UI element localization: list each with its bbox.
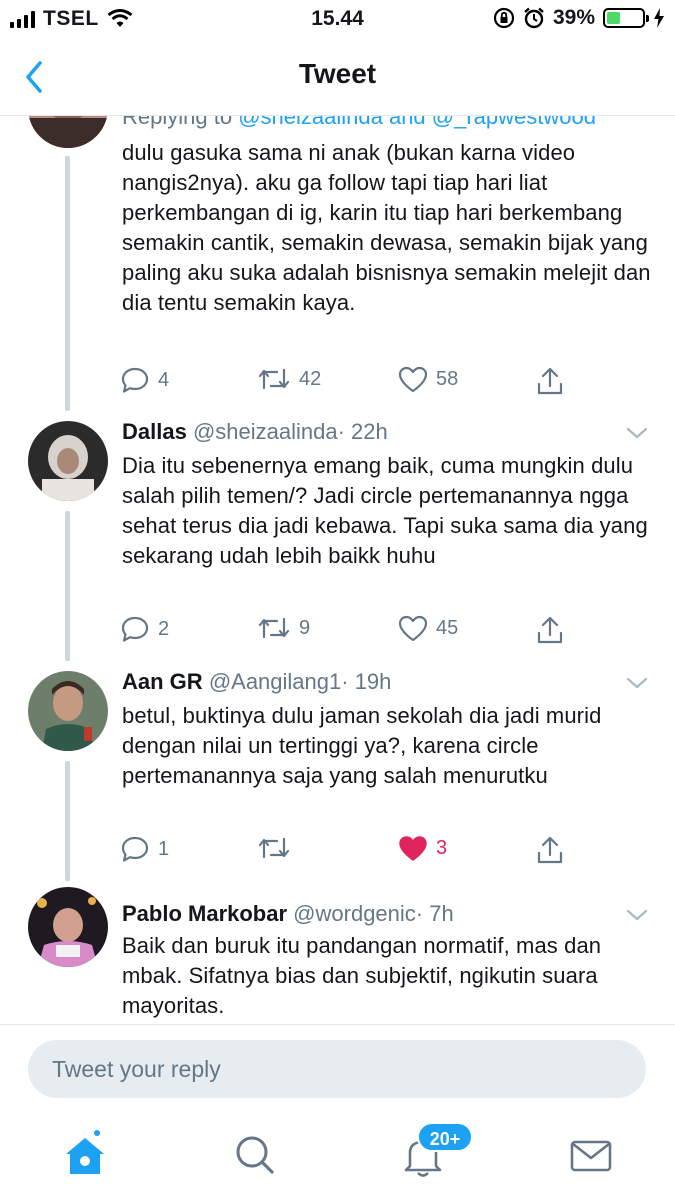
display-name[interactable]: Dallas — [122, 419, 187, 444]
tweet-text: betul, buktinya dulu jaman sekolah dia j… — [122, 703, 602, 788]
reply-icon — [121, 836, 149, 862]
status-bar: TSEL 15.44 39% — [0, 0, 675, 38]
like-count: 3 — [436, 837, 448, 859]
tweet-time: · 22h — [337, 419, 388, 444]
tab-home[interactable] — [62, 1128, 114, 1182]
tab-messages[interactable] — [568, 1132, 620, 1182]
tweet-actions: 2 9 45 — [120, 615, 580, 645]
chevron-down-icon[interactable] — [625, 675, 649, 691]
mail-icon — [570, 1140, 612, 1172]
reply-bar — [0, 1024, 675, 1112]
like-count: 45 — [436, 617, 459, 639]
share-icon — [537, 616, 563, 644]
heart-filled-icon — [399, 836, 427, 861]
share-icon — [537, 367, 563, 395]
home-unread-dot — [92, 1128, 102, 1138]
battery-percent: 39% — [552, 6, 595, 29]
retweet-icon — [258, 617, 290, 639]
avatar[interactable] — [28, 671, 108, 751]
tweet-list[interactable]: Replying to @sheizaalinda and @_rapwestw… — [0, 116, 675, 1024]
reply-icon — [121, 367, 149, 393]
chevron-down-icon[interactable] — [625, 907, 649, 923]
battery-icon — [603, 8, 649, 28]
search-icon — [236, 1136, 274, 1174]
share-button[interactable] — [535, 366, 565, 396]
reply-button[interactable]: 4 — [120, 366, 169, 394]
user-handle[interactable]: @sheizaalinda — [193, 419, 338, 444]
share-button[interactable] — [535, 615, 565, 645]
retweet-count: 9 — [299, 616, 311, 639]
tweet-header: Aan GR @Aangilang1· 19h — [122, 669, 391, 695]
reply-count: 4 — [158, 368, 170, 391]
display-name[interactable]: Aan GR — [122, 669, 203, 694]
home-icon — [66, 1138, 104, 1174]
tab-bar: 20+ — [0, 1112, 675, 1200]
like-count: 58 — [436, 368, 459, 390]
replying-to: Replying to @sheizaalinda and @_rapwestw… — [122, 116, 596, 130]
reply-count: 1 — [158, 837, 170, 860]
tweet-item[interactable]: Aan GR @Aangilang1· 19h betul, buktinya … — [0, 669, 675, 891]
tweet-actions: 1 3 — [120, 835, 580, 865]
tweet-time: · 7h — [415, 901, 454, 926]
reply-count: 2 — [158, 617, 170, 640]
retweet-icon — [258, 368, 290, 390]
reply-icon — [121, 616, 149, 642]
tweet-item[interactable]: Pablo Markobar @wordgenic· 7h Baik dan b… — [0, 887, 675, 1024]
heart-icon — [398, 615, 428, 642]
thread-line — [65, 156, 70, 411]
retweet-button[interactable]: 9 — [257, 615, 310, 641]
like-button[interactable]: 45 — [398, 615, 458, 642]
chevron-down-icon[interactable] — [625, 425, 649, 441]
share-button[interactable] — [535, 835, 565, 865]
notifications-badge: 20+ — [417, 1122, 473, 1152]
nav-header: Tweet — [0, 38, 675, 116]
reply-input[interactable] — [28, 1040, 646, 1098]
thread-line — [65, 511, 70, 661]
tweet-time: · 19h — [341, 669, 392, 694]
replying-to-handles[interactable]: @sheizaalinda and @_rapwestwood — [238, 116, 596, 129]
tweet-item[interactable]: Dallas @sheizaalinda· 22h Dia itu sebene… — [0, 419, 675, 671]
user-handle[interactable]: @wordgenic — [293, 901, 416, 926]
like-button[interactable]: 58 — [398, 366, 458, 393]
retweet-button[interactable]: 42 — [257, 366, 321, 392]
retweet-count: 42 — [299, 367, 322, 390]
reply-button[interactable]: 1 — [120, 835, 169, 863]
tab-search[interactable] — [232, 1132, 284, 1182]
charging-icon — [654, 8, 664, 28]
heart-icon — [398, 366, 428, 393]
avatar[interactable] — [28, 116, 108, 148]
rotation-lock-icon — [493, 7, 515, 29]
avatar[interactable] — [28, 421, 108, 501]
avatar[interactable] — [28, 887, 108, 967]
display-name[interactable]: Pablo Markobar — [122, 901, 287, 926]
replying-to-label: Replying to — [122, 116, 233, 129]
reply-button[interactable]: 2 — [120, 615, 169, 643]
tweet-text: Dia itu sebenernya emang baik, cuma mung… — [122, 453, 648, 568]
tweet-text: Baik dan buruk itu pandangan normatif, m… — [122, 933, 602, 1018]
retweet-icon — [258, 837, 290, 859]
system-indicators: 39% — [493, 6, 665, 30]
tweet-header: Dallas @sheizaalinda· 22h — [122, 419, 388, 445]
thread-line — [65, 761, 70, 881]
tweet-item[interactable]: Replying to @sheizaalinda and @_rapwestw… — [0, 116, 675, 421]
page-title: Tweet — [298, 58, 377, 89]
user-handle[interactable]: @Aangilang1 — [209, 669, 341, 694]
share-icon — [537, 836, 563, 864]
like-button[interactable]: 3 — [398, 835, 447, 862]
tweet-text: dulu gasuka sama ni anak (bukan karna vi… — [122, 140, 651, 315]
retweet-button[interactable] — [257, 835, 299, 861]
alarm-icon — [524, 7, 544, 29]
battery-level — [607, 12, 621, 24]
tweet-actions: 4 42 58 — [120, 366, 580, 396]
tweet-header: Pablo Markobar @wordgenic· 7h — [122, 901, 454, 927]
